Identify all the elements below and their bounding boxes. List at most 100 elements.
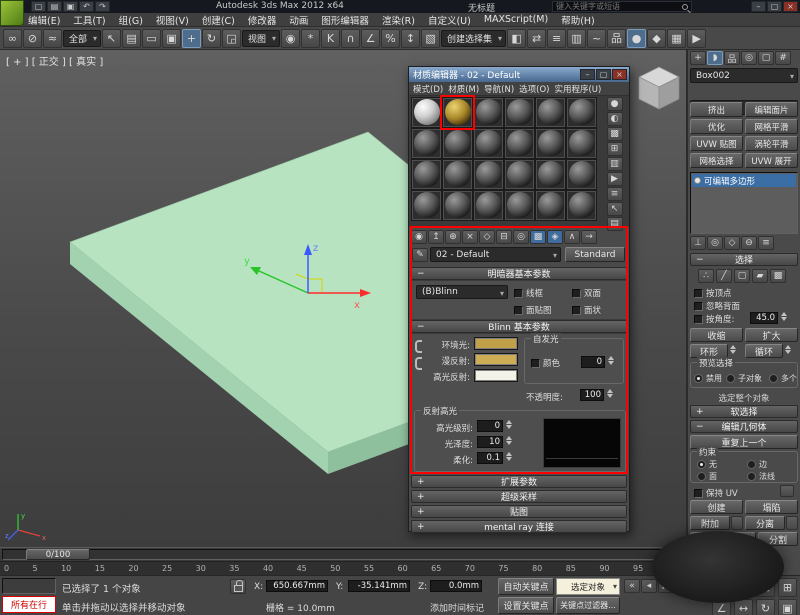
zoom-extents-all-icon[interactable]: ⊞ [778,578,797,597]
undo-icon[interactable]: ↶ [79,1,94,12]
select-object-icon[interactable]: ↖ [102,29,121,48]
specular-level-spinner[interactable] [506,420,512,429]
show-end-result-icon[interactable]: ◈ [547,230,563,244]
hierarchy-tab[interactable]: 品 [724,51,740,65]
display-tab[interactable]: ▢ [758,51,774,65]
select-and-link-icon[interactable]: ∞ [3,29,22,48]
selection-filter-dropdown[interactable]: 全部 [63,30,101,47]
self-illum-value[interactable]: 0 [581,356,605,368]
create-tab[interactable]: + [690,51,706,65]
select-and-move-icon[interactable]: + [182,29,201,48]
pick-material-icon[interactable]: ✎ [412,248,428,262]
mtl-menu-item-1[interactable]: 材质(M) [448,83,479,95]
put-material-to-scene-icon[interactable]: ↥ [428,230,444,244]
application-menu-button[interactable] [0,0,24,26]
material-sample-8[interactable] [473,128,504,159]
show-map-in-viewport-icon[interactable]: ▩ [530,230,546,244]
mtl-menu-item-4[interactable]: 实用程序(U) [554,83,601,95]
material-sample-19[interactable] [442,190,473,221]
material-sample-21[interactable] [504,190,535,221]
preview-subobject-radio[interactable] [726,374,735,383]
key-filters-button[interactable]: 关键点过滤器... [556,597,620,614]
face-map-checkbox[interactable] [514,306,523,315]
edge-subobject-icon[interactable]: ╱ [716,269,732,283]
material-sample-15[interactable] [504,159,535,190]
preserve-uv-checkbox[interactable] [694,489,703,498]
specular-level-value[interactable]: 0 [477,420,503,432]
material-sample-16[interactable] [535,159,566,190]
orbit-icon[interactable]: ↻ [756,599,775,615]
get-material-icon[interactable]: ◉ [411,230,427,244]
select-by-name-icon[interactable]: ▤ [122,29,141,48]
angle-snap-icon[interactable]: ∠ [361,29,380,48]
menu-item-0[interactable]: 编辑(E) [28,13,60,27]
schematic-view-icon[interactable]: 品 [607,29,626,48]
maxscript-macro-recorder[interactable] [2,578,56,594]
viewport-label[interactable]: [ + ] [ 正交 ] [ 真实 ] [6,53,103,68]
set-key-button[interactable]: 设置关键点 [498,597,554,614]
material-sample-1[interactable] [442,97,473,128]
ring-button[interactable]: 环形 [690,344,728,358]
constraint-face-radio[interactable] [697,472,706,481]
specular-color-swatch[interactable] [474,369,518,382]
use-pivot-center-icon[interactable]: ◉ [281,29,300,48]
constraint-edge-radio[interactable] [747,460,756,469]
material-sample-6[interactable] [411,128,442,159]
faceted-checkbox[interactable] [572,306,581,315]
rollout-edit-geometry[interactable]: 编辑几何体 [690,420,798,433]
previous-frame-icon[interactable]: ◂ [641,579,657,593]
show-end-result-stack-icon[interactable]: ◎ [707,236,723,250]
open-file-icon[interactable]: ▤ [47,1,62,12]
material-sample-20[interactable] [473,190,504,221]
go-to-parent-icon[interactable]: ∧ [564,230,580,244]
modifier-button-3[interactable]: 网格平滑 [745,119,798,134]
utilities-tab[interactable]: # [775,51,791,65]
constraint-none-radio[interactable] [697,460,706,469]
configure-modifier-sets-icon[interactable]: ≡ [758,236,774,250]
material-sample-10[interactable] [535,128,566,159]
object-name-dropdown[interactable]: Box002 [690,68,798,83]
go-to-start-icon[interactable]: « [624,579,640,593]
preview-multiple-radio[interactable] [769,374,778,383]
dialog-close-icon[interactable]: × [612,69,627,80]
two-sided-checkbox[interactable] [572,289,581,298]
coord-y-field[interactable]: -35.141mm [348,580,410,592]
menu-item-11[interactable]: 帮助(H) [561,13,595,27]
modifier-button-0[interactable]: 挤出 [690,102,743,117]
material-sample-0[interactable] [411,97,442,128]
material-sample-5[interactable] [566,97,597,128]
save-file-icon[interactable]: ▣ [63,1,78,12]
background-icon[interactable]: ▩ [607,127,623,141]
diffuse-color-swatch[interactable] [474,353,518,366]
sample-type-icon[interactable]: ● [607,97,623,111]
modifier-button-2[interactable]: 优化 [690,119,743,134]
detach-button[interactable]: 分离 [745,516,785,530]
material-sample-17[interactable] [566,159,597,190]
select-and-scale-icon[interactable]: ◲ [222,29,241,48]
time-slider-handle[interactable]: 0/100 [26,549,90,560]
preserve-uv-settings-icon[interactable] [780,485,794,497]
attach-list-icon[interactable] [731,516,743,530]
layer-manager-icon[interactable]: ≡ [547,29,566,48]
mtl-menu-item-2[interactable]: 导航(N) [484,83,514,95]
motion-tab[interactable]: ◎ [741,51,757,65]
ignore-backfacing-checkbox[interactable] [694,302,703,311]
search-box[interactable] [552,1,692,12]
loop-spinner[interactable] [785,345,791,354]
glossiness-spinner[interactable] [506,436,512,445]
named-selection-sets-icon[interactable]: ▧ [421,29,440,48]
redo-icon[interactable]: ↷ [95,1,110,12]
add-time-tag[interactable]: 添加时间标记 [430,601,484,614]
by-angle-value[interactable]: 45.0 [750,312,778,324]
glossiness-value[interactable]: 10 [477,436,503,448]
detach-settings-icon[interactable] [786,516,798,530]
rollout-shader-basic[interactable]: 明暗器基本参数 [411,267,627,280]
menu-item-10[interactable]: MAXScript(M) [484,14,548,25]
modify-tab[interactable]: ◗ [707,51,723,65]
menu-item-8[interactable]: 渲染(R) [382,13,415,27]
remove-modifier-icon[interactable]: ⊖ [741,236,757,250]
search-input[interactable] [556,2,682,11]
wireframe-checkbox[interactable] [514,289,523,298]
loop-button[interactable]: 循环 [745,344,783,358]
dialog-titlebar[interactable]: 材质编辑器 - 02 - Default –▢× [409,67,629,82]
